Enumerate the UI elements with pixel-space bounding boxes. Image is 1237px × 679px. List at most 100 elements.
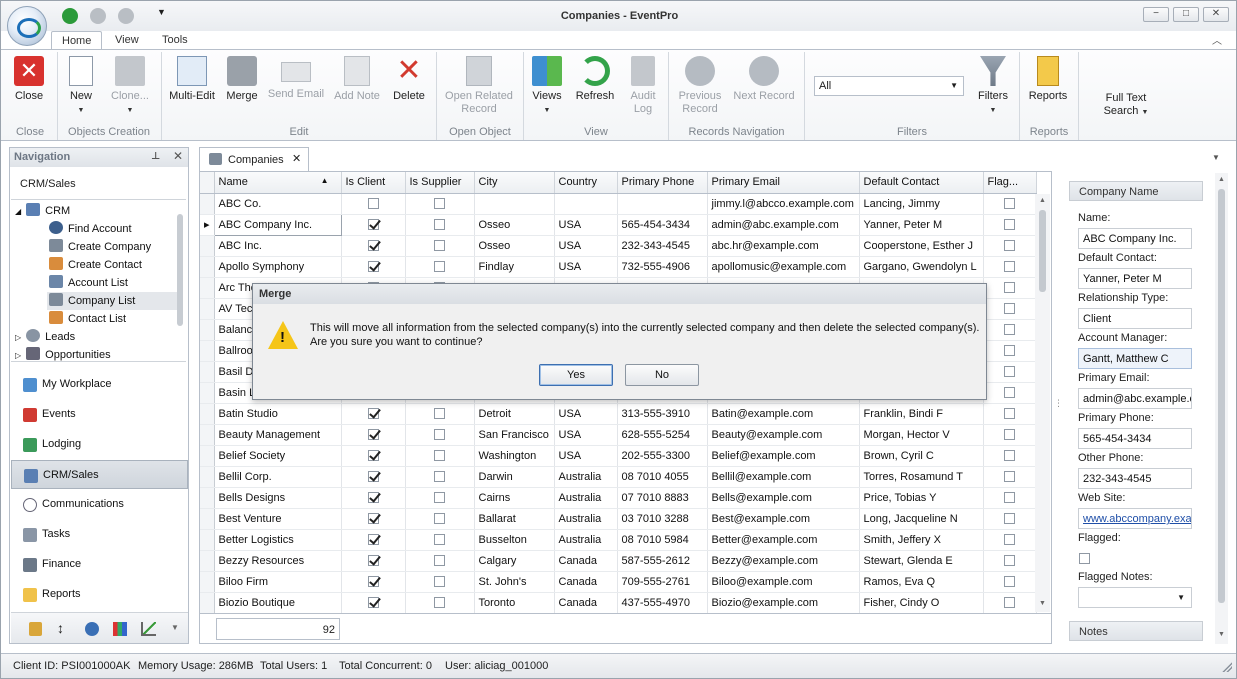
column-header-primary-phone[interactable]: Primary Phone xyxy=(617,172,708,194)
cell-is-supplier[interactable] xyxy=(405,403,475,425)
cell-city[interactable]: Busselton xyxy=(474,529,555,551)
column-header-country[interactable]: Country xyxy=(554,172,618,194)
cell-primary-email[interactable]: Beauty@example.com xyxy=(707,424,860,446)
flagged-checkbox[interactable] xyxy=(1079,552,1090,564)
nav-lodging[interactable]: Lodging xyxy=(11,430,188,459)
globe-icon[interactable] xyxy=(85,622,99,636)
cell-flagged[interactable] xyxy=(983,340,1037,362)
cell-flagged[interactable] xyxy=(983,529,1037,551)
row-indicator[interactable] xyxy=(200,235,215,257)
cell-default-contact[interactable]: Torres, Rosamund T xyxy=(859,466,984,488)
table-row[interactable]: Bellil Corp. Darwin Australia 08 7010 4055 B… xyxy=(200,466,1037,488)
tree-scrollbar[interactable] xyxy=(177,214,183,326)
tab-home[interactable]: Home xyxy=(51,31,103,50)
primary-phone-field[interactable]: 565-454-3434 xyxy=(1078,428,1192,449)
scroll-up-icon[interactable]: ▲ xyxy=(1218,176,1225,183)
web-site-link[interactable]: www.abccompany.example.com xyxy=(1078,508,1192,529)
cell-city[interactable]: Osseo xyxy=(474,214,555,236)
table-row[interactable]: ▸ ABC Company Inc. Osseo USA 565-454-3434 adm… xyxy=(200,213,1037,236)
table-row[interactable]: Biloo Firm St. John's Canada 709-555-2761 Bi… xyxy=(200,571,1037,593)
cell-is-client[interactable] xyxy=(341,193,406,215)
cell-flagged[interactable] xyxy=(983,487,1037,509)
cell-primary-email[interactable]: admin@abc.example.com xyxy=(707,214,860,236)
cell-flagged[interactable] xyxy=(983,319,1037,341)
tree-node-leads[interactable]: ▷ Leads xyxy=(15,328,75,346)
scroll-thumb[interactable] xyxy=(1039,210,1046,292)
cell-is-client[interactable] xyxy=(341,571,406,593)
tab-companies[interactable]: Companies ✕ xyxy=(199,147,309,171)
cell-primary-email[interactable]: apollomusic@example.com xyxy=(707,256,860,278)
cell-name[interactable]: Best Venture xyxy=(214,508,342,530)
cell-flagged[interactable] xyxy=(983,256,1037,278)
cell-name[interactable]: Belief Society xyxy=(214,445,342,467)
primary-email-field[interactable]: admin@abc.example.com xyxy=(1078,388,1192,409)
cell-primary-phone[interactable]: 628-555-5254 xyxy=(617,424,708,446)
resize-grip-icon[interactable] xyxy=(1222,662,1232,672)
row-indicator[interactable] xyxy=(200,382,215,404)
cell-country[interactable]: USA xyxy=(554,214,618,236)
cell-country[interactable]: Canada xyxy=(554,550,618,572)
cell-name[interactable]: Biloo Firm xyxy=(214,571,342,593)
other-phone-field[interactable]: 232-343-4545 xyxy=(1078,468,1192,489)
cell-primary-email[interactable]: abc.hr@example.com xyxy=(707,235,860,257)
cell-is-client[interactable] xyxy=(341,592,406,613)
collapse-ribbon-icon[interactable]: ︿ xyxy=(1212,32,1222,47)
tree-item-create-contact[interactable]: Create Contact xyxy=(49,256,142,274)
close-window-button[interactable]: ✕ xyxy=(1203,7,1229,22)
merge-button[interactable]: Merge xyxy=(221,54,263,103)
cell-is-supplier[interactable] xyxy=(405,256,475,278)
cell-flagged[interactable] xyxy=(983,298,1037,320)
close-button[interactable]: ✕ Close xyxy=(5,54,53,103)
cell-default-contact[interactable]: Lancing, Jimmy xyxy=(859,193,984,215)
cell-primary-email[interactable]: Biloo@example.com xyxy=(707,571,860,593)
restore-button[interactable]: □ xyxy=(1173,7,1199,22)
cell-primary-phone[interactable]: 313-555-3910 xyxy=(617,403,708,425)
cell-is-client[interactable] xyxy=(341,550,406,572)
grid-scrollbar[interactable]: ▲ ▼ xyxy=(1035,194,1050,612)
flagged-notes-select[interactable]: ▼ xyxy=(1078,587,1192,608)
cell-flagged[interactable] xyxy=(983,571,1037,593)
cell-default-contact[interactable]: Franklin, Bindi F xyxy=(859,403,984,425)
row-indicator[interactable] xyxy=(200,571,215,593)
scroll-thumb[interactable] xyxy=(1218,189,1225,603)
cell-name[interactable]: Bezzy Resources xyxy=(214,550,342,572)
cell-default-contact[interactable]: Gargano, Gwendolyn L xyxy=(859,256,984,278)
cell-city[interactable]: Findlay xyxy=(474,256,555,278)
cell-is-supplier[interactable] xyxy=(405,445,475,467)
cell-default-contact[interactable]: Stewart, Glenda E xyxy=(859,550,984,572)
tree-item-account-list[interactable]: Account List xyxy=(49,274,128,292)
detail-scrollbar[interactable]: ▲ ▼ xyxy=(1215,173,1228,644)
cell-city[interactable] xyxy=(474,193,555,215)
cell-primary-email[interactable]: Bellil@example.com xyxy=(707,466,860,488)
nav-events[interactable]: Events xyxy=(11,400,188,429)
cell-country[interactable] xyxy=(554,193,618,215)
cell-primary-email[interactable]: Bezzy@example.com xyxy=(707,550,860,572)
cell-primary-phone[interactable]: 202-555-3300 xyxy=(617,445,708,467)
cell-is-client[interactable] xyxy=(341,508,406,530)
cell-is-client[interactable] xyxy=(341,529,406,551)
account-manager-field[interactable]: Gantt, Matthew C xyxy=(1078,348,1192,369)
full-text-search-button[interactable]: Full Text Search ▼ xyxy=(1091,92,1161,119)
row-indicator[interactable] xyxy=(200,340,215,362)
cell-is-supplier[interactable] xyxy=(405,550,475,572)
cell-primary-email[interactable]: Biozio@example.com xyxy=(707,592,860,613)
cell-is-supplier[interactable] xyxy=(405,508,475,530)
cell-primary-email[interactable]: Batin@example.com xyxy=(707,403,860,425)
tree-item-find-account[interactable]: Find Account xyxy=(49,220,132,238)
cell-primary-email[interactable]: Bells@example.com xyxy=(707,487,860,509)
tree-node-opportunities[interactable]: ▷ Opportunities xyxy=(15,346,111,361)
cell-country[interactable]: Australia xyxy=(554,487,618,509)
shortcut-icon[interactable] xyxy=(29,622,42,636)
cell-country[interactable]: Australia xyxy=(554,508,618,530)
tree-item-company-list[interactable]: Company List xyxy=(47,292,181,310)
cell-city[interactable]: Toronto xyxy=(474,592,555,613)
row-indicator[interactable] xyxy=(200,193,215,215)
cell-flagged[interactable] xyxy=(983,508,1037,530)
cell-name[interactable]: Biozio Boutique xyxy=(214,592,342,613)
relationship-type-field[interactable]: Client xyxy=(1078,308,1192,329)
cell-default-contact[interactable]: Long, Jacqueline N xyxy=(859,508,984,530)
cell-primary-phone[interactable]: 07 7010 8883 xyxy=(617,487,708,509)
cell-primary-phone[interactable]: 232-343-4545 xyxy=(617,235,708,257)
tree-node-crm[interactable]: ◢ CRM xyxy=(15,202,70,220)
cell-is-client[interactable] xyxy=(341,424,406,446)
